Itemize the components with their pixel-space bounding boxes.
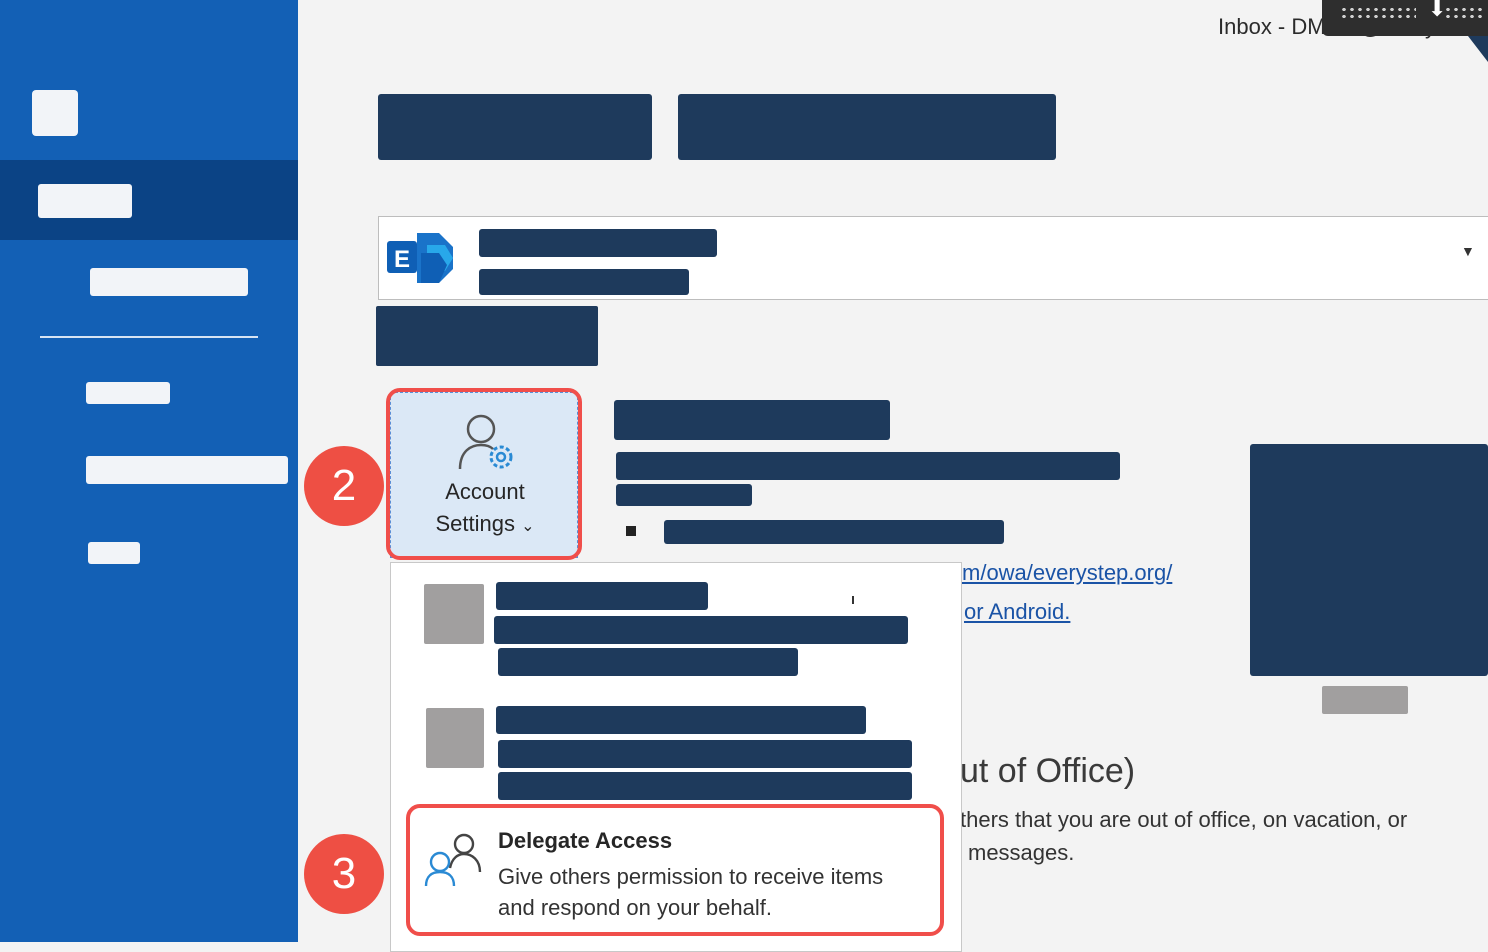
menu-item-1-desc-line2 [498,648,798,676]
menu-item-2-desc-line2 [498,772,912,800]
menu-item-2-desc-line1 [498,740,912,768]
menu-item-1-icon [424,584,484,644]
sidebar-item-2[interactable] [86,456,288,484]
section-heading [376,306,598,366]
exchange-icon: E [387,233,453,283]
account-info-line1 [616,452,1120,480]
owa-link[interactable]: m/owa/everystep.org/ [962,560,1172,586]
sidebar-divider [40,336,258,338]
account-info-bullet-text [664,520,1004,544]
sidebar-item-open-export[interactable] [90,268,248,296]
back-arrow-button[interactable] [32,90,78,136]
step-badge-2: 2 [304,446,384,526]
change-picture-button[interactable] [1322,686,1408,714]
page-title [378,94,652,160]
window-corner-icon [1468,36,1488,62]
svg-text:E: E [394,246,410,273]
page-subtitle [678,94,1056,160]
menu-item-1-title[interactable] [496,582,708,610]
bullet-marker [626,526,636,536]
download-icon[interactable]: ⬇ [1428,0,1446,22]
account-name [479,229,717,257]
text-cursor [852,596,854,604]
highlight-step-3 [406,804,944,936]
chevron-down-icon[interactable]: ▼ [1461,243,1475,259]
sidebar-item-3[interactable] [88,542,140,564]
automatic-replies-heading: ut of Office) [960,752,1136,790]
account-info-heading [614,400,890,440]
menu-item-1-desc-line1 [494,616,908,644]
title-overlay-toolbar [1322,0,1488,36]
highlight-step-2 [386,388,582,560]
sidebar-item-info[interactable] [38,184,132,218]
step-badge-3: 3 [304,834,384,914]
menu-item-2-title[interactable] [496,706,866,734]
menu-item-2-icon [426,708,484,768]
account-info-line2 [616,484,752,506]
profile-picture [1250,444,1488,676]
automatic-replies-desc-line2: messages. [968,840,1075,865]
automatic-replies-desc-line1: thers that you are out of office, on vac… [960,807,1408,832]
sidebar-item-1[interactable] [86,382,170,404]
account-selector-dropdown[interactable]: E ▼ [378,216,1488,300]
android-link[interactable]: or Android. [964,599,1070,625]
account-type [479,269,689,295]
